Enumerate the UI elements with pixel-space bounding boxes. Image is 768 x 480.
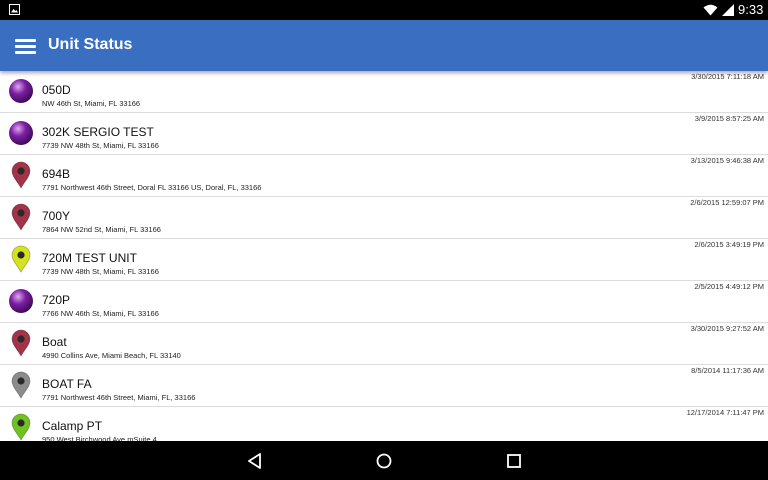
home-icon[interactable]: [373, 450, 395, 472]
unit-timestamp: 3/30/2015 7:11:18 AM: [691, 72, 764, 81]
unit-address: 7766 NW 46th St, Miami, FL 33166: [42, 309, 159, 318]
recents-icon[interactable]: [503, 450, 525, 472]
unit-name: Boat: [42, 335, 67, 349]
unit-timestamp: 8/5/2014 11:17:36 AM: [691, 366, 764, 375]
unit-address: 4990 Collins Ave, Miami Beach, FL 33140: [42, 351, 181, 360]
unit-row[interactable]: 720M TEST UNIT 7739 NW 48th St, Miami, FL…: [0, 239, 768, 281]
map-pin-icon: [11, 161, 31, 189]
hamburger-menu-icon[interactable]: [10, 30, 42, 62]
image-notification-icon: [9, 4, 20, 15]
unit-address: 7791 Northwest 46th Street, Miami, FL, 3…: [42, 393, 196, 402]
purple-dot-icon: [9, 289, 33, 313]
unit-timestamp: 3/30/2015 9:27:52 AM: [690, 324, 764, 333]
map-pin-icon: [11, 413, 31, 441]
unit-address: NW 46th St, Miami, FL 33166: [42, 99, 141, 108]
unit-address: 7739 NW 48th St, Miami, FL 33166: [42, 267, 159, 276]
unit-name: 700Y: [42, 209, 71, 223]
back-icon[interactable]: [244, 450, 266, 472]
signal-icon: [722, 4, 734, 16]
unit-timestamp: 3/13/2015 9:46:38 AM: [690, 156, 764, 165]
unit-address: 7791 Northwest 46th Street, Doral FL 331…: [42, 183, 262, 192]
unit-row[interactable]: 302K SERGIO TEST 7739 NW 48th St, Miami, …: [0, 113, 768, 155]
unit-name: 302K SERGIO TEST: [42, 125, 154, 139]
unit-timestamp: 2/5/2015 4:49:12 PM: [694, 282, 764, 291]
unit-row[interactable]: Calamp PT 950 West Birchwood Ave.mSuite 4…: [0, 407, 768, 441]
unit-timestamp: 12/17/2014 7:11:47 PM: [686, 408, 764, 417]
app-bar: Unit Status: [0, 20, 768, 71]
map-pin-icon: [11, 245, 31, 273]
unit-row[interactable]: 720P 7766 NW 46th St, Miami, FL 33166 2/5/…: [0, 281, 768, 323]
purple-dot-icon: [9, 121, 33, 145]
unit-name: 720P: [42, 293, 71, 307]
unit-timestamp: 2/6/2015 3:49:19 PM: [694, 240, 764, 249]
unit-row[interactable]: BOAT FA 7791 Northwest 46th Street, Miami…: [0, 365, 768, 407]
unit-row[interactable]: 694B 7791 Northwest 46th Street, Doral FL…: [0, 155, 768, 197]
status-bar: 9:33: [0, 0, 768, 20]
unit-name: BOAT FA: [42, 377, 92, 391]
unit-row[interactable]: 700Y 7864 NW 52nd St, Miami, FL 33166 2/6/…: [0, 197, 768, 239]
page-title: Unit Status: [48, 36, 133, 53]
unit-row[interactable]: Boat 4990 Collins Ave, Miami Beach, FL 33…: [0, 323, 768, 365]
clock: 9:33: [738, 2, 764, 17]
unit-timestamp: 2/6/2015 12:59:07 PM: [690, 198, 764, 207]
wifi-icon: [703, 4, 718, 16]
unit-address: 7739 NW 48th St, Miami, FL 33166: [42, 141, 159, 150]
map-pin-icon: [11, 203, 31, 231]
navigation-bar: [0, 441, 768, 480]
unit-name: 720M TEST UNIT: [42, 251, 137, 265]
unit-address: 7864 NW 52nd St, Miami, FL 33166: [42, 225, 161, 234]
unit-name: Calamp PT: [42, 419, 103, 433]
unit-name: 694B: [42, 167, 71, 181]
unit-timestamp: 3/9/2015 8:57:25 AM: [694, 114, 764, 123]
map-pin-icon: [11, 329, 31, 357]
unit-name: 050D: [42, 83, 71, 97]
unit-row[interactable]: 050D NW 46th St, Miami, FL 33166 3/30/2015…: [0, 71, 768, 113]
purple-dot-icon: [9, 79, 33, 103]
map-pin-icon: [11, 371, 31, 399]
unit-list[interactable]: 050D NW 46th St, Miami, FL 33166 3/30/2015…: [0, 71, 768, 441]
